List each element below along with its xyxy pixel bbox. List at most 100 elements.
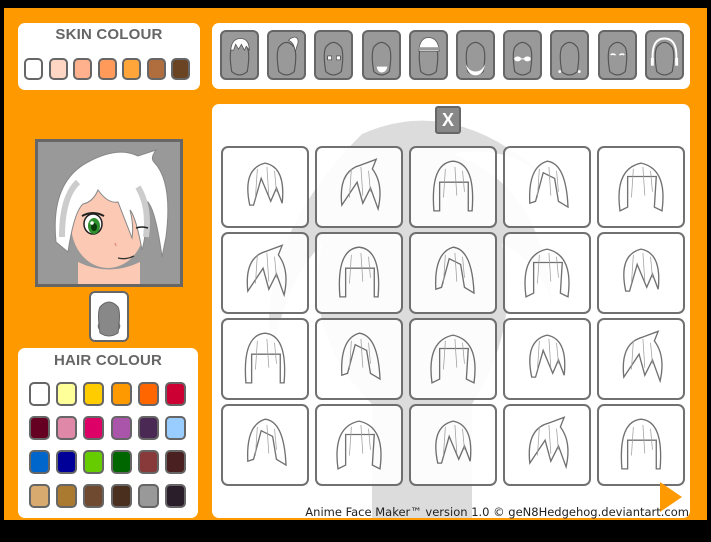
category-hat-button[interactable] bbox=[408, 30, 448, 80]
hair-style-option[interactable] bbox=[221, 318, 309, 400]
beard-icon bbox=[465, 41, 486, 76]
hair-swatch[interactable] bbox=[110, 450, 132, 474]
ponytail-icon bbox=[276, 36, 299, 76]
hair-swatch[interactable] bbox=[165, 416, 186, 440]
hair-style-icon bbox=[435, 246, 475, 295]
hair-style-option[interactable] bbox=[315, 146, 403, 228]
hair-swatch[interactable] bbox=[83, 416, 105, 440]
eyebrows-icon bbox=[607, 41, 627, 76]
mouth-icon bbox=[371, 41, 391, 76]
category-earrings-button[interactable] bbox=[550, 30, 590, 80]
category-hair-button[interactable] bbox=[220, 30, 259, 80]
headphones-icon bbox=[650, 37, 678, 76]
hair-swatch[interactable] bbox=[137, 382, 159, 406]
hair-style-icon bbox=[340, 158, 381, 212]
skin-swatch[interactable] bbox=[171, 58, 190, 80]
hair-style-icon bbox=[529, 334, 566, 378]
hair-swatch[interactable] bbox=[137, 484, 159, 508]
hair-swatch[interactable] bbox=[83, 382, 105, 406]
hair-swatch[interactable] bbox=[56, 484, 78, 508]
hair-style-icon bbox=[336, 420, 382, 470]
character-preview bbox=[35, 139, 183, 287]
hair-style-icon bbox=[246, 244, 287, 298]
hair-style-icon bbox=[430, 334, 476, 384]
hair-style-option[interactable] bbox=[597, 404, 685, 486]
hair-style-option[interactable] bbox=[503, 404, 591, 486]
face-shape-button[interactable] bbox=[89, 291, 129, 342]
hair-style-option[interactable] bbox=[315, 404, 403, 486]
hair-swatch[interactable] bbox=[137, 416, 159, 440]
hair-style-option[interactable] bbox=[597, 146, 685, 228]
category-back-hair-button[interactable] bbox=[267, 30, 307, 80]
hair-swatch[interactable] bbox=[165, 484, 186, 508]
category-glasses-button[interactable] bbox=[503, 30, 543, 80]
hair-style-option[interactable] bbox=[409, 318, 497, 400]
hair-style-option[interactable] bbox=[409, 232, 497, 314]
category-bar bbox=[212, 23, 690, 89]
hair-style-icon bbox=[244, 332, 286, 384]
hair-swatch[interactable] bbox=[83, 484, 105, 508]
hair-style-option[interactable] bbox=[221, 232, 309, 314]
category-beard-button[interactable] bbox=[456, 30, 495, 80]
hair-style-icon bbox=[247, 418, 287, 467]
eyes-icon bbox=[324, 41, 344, 76]
hair-style-icon bbox=[623, 248, 660, 292]
hair-swatch[interactable] bbox=[165, 382, 186, 406]
clear-button[interactable]: X bbox=[435, 106, 461, 134]
footer-credit: Anime Face Maker™ version 1.0 © geN8Hedg… bbox=[305, 505, 689, 519]
hair-style-icon bbox=[432, 160, 474, 212]
hair-style-option[interactable] bbox=[221, 146, 309, 228]
hair-swatch[interactable] bbox=[110, 416, 132, 440]
hair-swatch[interactable] bbox=[83, 450, 105, 474]
hair-style-option[interactable] bbox=[315, 232, 403, 314]
hat-icon bbox=[418, 37, 440, 76]
hair-style-icon bbox=[622, 330, 663, 384]
hair-icon bbox=[229, 38, 250, 76]
hair-style-option[interactable] bbox=[315, 318, 403, 400]
hair-style-icon bbox=[524, 248, 570, 298]
category-mouth-button[interactable] bbox=[361, 30, 401, 80]
hair-selection-panel: X bbox=[212, 104, 690, 518]
skin-swatch[interactable] bbox=[73, 58, 92, 80]
hair-style-icon bbox=[529, 160, 569, 209]
skin-swatch[interactable] bbox=[48, 58, 68, 80]
hair-swatch[interactable] bbox=[29, 382, 50, 406]
hair-style-option[interactable] bbox=[503, 146, 591, 228]
skin-swatch[interactable] bbox=[122, 58, 141, 80]
hair-style-icon bbox=[528, 416, 569, 470]
hair-swatch[interactable] bbox=[56, 450, 78, 474]
hair-style-icon bbox=[618, 162, 664, 212]
hair-style-icon bbox=[435, 420, 472, 464]
category-eyebrows-button[interactable] bbox=[597, 30, 637, 80]
category-eyes-button[interactable] bbox=[314, 30, 354, 80]
hair-swatch[interactable] bbox=[29, 484, 50, 508]
hair-style-icon bbox=[338, 246, 380, 298]
earrings-icon bbox=[558, 41, 582, 76]
hair-colour-panel: HAIR COLOUR bbox=[18, 348, 198, 518]
hair-swatch[interactable] bbox=[29, 450, 50, 474]
hair-style-option[interactable] bbox=[409, 404, 497, 486]
skin-colour-title: SKIN COLOUR bbox=[55, 26, 163, 43]
hair-swatch[interactable] bbox=[110, 484, 132, 508]
hair-style-option[interactable] bbox=[597, 318, 685, 400]
hair-style-option[interactable] bbox=[597, 232, 685, 314]
hair-swatch[interactable] bbox=[110, 382, 132, 406]
hair-swatch[interactable] bbox=[56, 382, 78, 406]
skin-colour-panel: SKIN COLOUR bbox=[18, 23, 200, 90]
hair-style-option[interactable] bbox=[409, 146, 497, 228]
hair-swatch[interactable] bbox=[137, 450, 159, 474]
hair-swatch[interactable] bbox=[56, 416, 78, 440]
hair-swatch[interactable] bbox=[29, 416, 50, 440]
hair-swatch[interactable] bbox=[165, 450, 186, 474]
hair-style-option[interactable] bbox=[221, 404, 309, 486]
hair-style-option[interactable] bbox=[503, 232, 591, 314]
hair-style-option[interactable] bbox=[503, 318, 591, 400]
category-headphones-button[interactable] bbox=[644, 30, 684, 80]
app-stage: SKIN COLOUR HAIR COLOUR X Anime Face Mak… bbox=[4, 8, 707, 520]
skin-swatch[interactable] bbox=[146, 58, 166, 80]
face-shape-icon bbox=[97, 301, 121, 337]
skin-swatch[interactable] bbox=[24, 58, 43, 80]
glasses-icon bbox=[512, 41, 533, 76]
hair-style-icon bbox=[247, 162, 284, 206]
skin-swatch[interactable] bbox=[97, 58, 117, 80]
